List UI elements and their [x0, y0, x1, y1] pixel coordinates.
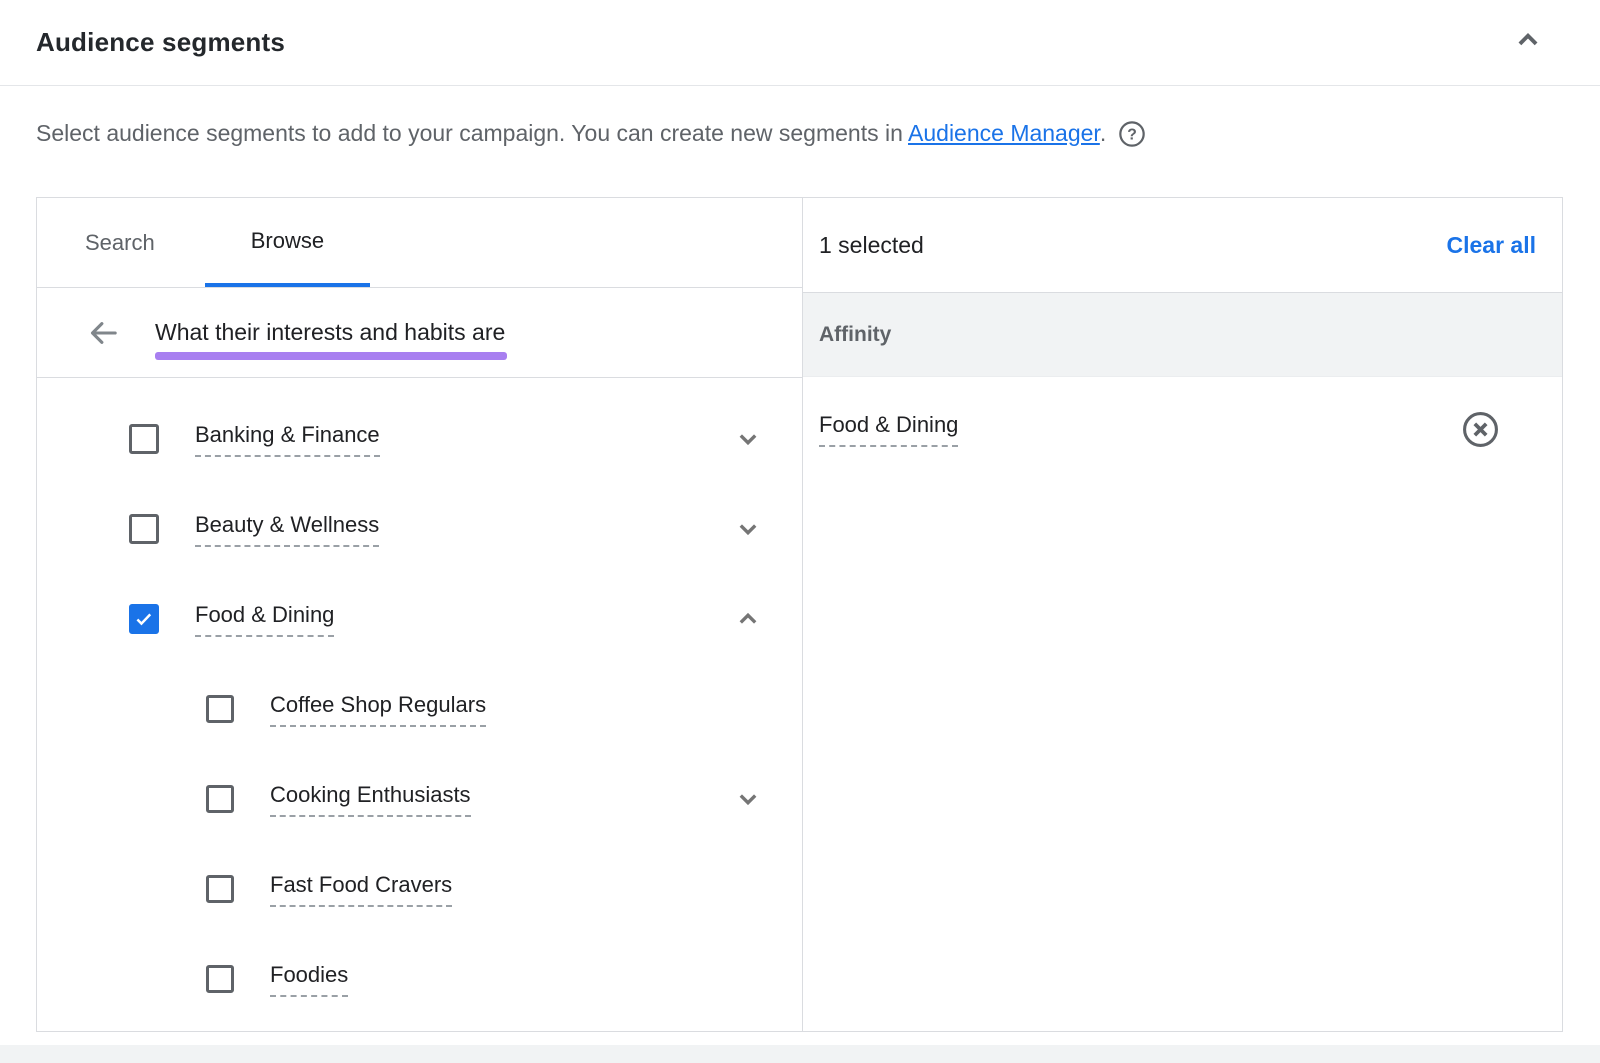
selected-item-label[interactable]: Food & Dining [819, 412, 958, 447]
tab-bar: Search Browse [37, 198, 802, 288]
checkbox-unchecked[interactable] [206, 965, 234, 993]
description-period: . [1100, 120, 1106, 146]
audience-manager-link[interactable]: Audience Manager [908, 120, 1100, 146]
segment-row: Beauty & Wellness [37, 484, 802, 574]
svg-text:?: ? [1127, 126, 1137, 143]
checkbox-checked[interactable] [129, 604, 159, 634]
breadcrumb-row: What their interests and habits are [37, 288, 802, 378]
segment-label[interactable]: Coffee Shop Regulars [270, 692, 486, 727]
help-icon[interactable]: ? [1118, 120, 1146, 148]
panel-header: Audience segments [0, 0, 1600, 86]
segment-label[interactable]: Foodies [270, 962, 348, 997]
segment-row: Foodies [37, 934, 802, 1024]
segment-row: Food & Dining [37, 574, 802, 664]
chevron-down-icon[interactable] [732, 513, 764, 545]
checkbox-unchecked[interactable] [206, 695, 234, 723]
segment-row: Cooking Enthusiasts [37, 754, 802, 844]
selection-column: 1 selected Clear all Affinity Food & Din… [803, 198, 1562, 1031]
page-title: Audience segments [36, 27, 285, 58]
chevron-down-icon[interactable] [732, 783, 764, 815]
segment-label[interactable]: Cooking Enthusiasts [270, 782, 471, 817]
checkbox-unchecked[interactable] [129, 424, 159, 454]
segment-picker: Search Browse What their interests and h… [36, 197, 1563, 1032]
description-text: Select audience segments to add to your … [36, 120, 1106, 147]
checkbox-unchecked[interactable] [206, 875, 234, 903]
tab-search[interactable]: Search [47, 198, 193, 287]
chevron-up-icon [1510, 22, 1546, 58]
audience-segments-panel: Audience segments Select audience segmen… [0, 0, 1600, 1063]
affinity-group-header: Affinity [803, 293, 1562, 377]
segment-label[interactable]: Banking & Finance [195, 422, 380, 457]
clear-all-button[interactable]: Clear all [1447, 232, 1537, 259]
breadcrumb-label: What their interests and habits are [155, 319, 505, 346]
collapse-section-button[interactable] [1508, 20, 1548, 60]
selected-count: 1 selected [819, 232, 924, 259]
group-header-label: Affinity [819, 323, 891, 347]
segment-label[interactable]: Fast Food Cravers [270, 872, 452, 907]
checkbox-unchecked[interactable] [206, 785, 234, 813]
chevron-down-icon[interactable] [732, 423, 764, 455]
segment-label[interactable]: Food & Dining [195, 602, 334, 637]
tab-browse[interactable]: Browse [205, 198, 370, 287]
segment-row: Banking & Finance [37, 394, 802, 484]
selected-item-row: Food & Dining [803, 394, 1562, 464]
checkbox-unchecked[interactable] [129, 514, 159, 544]
remove-item-icon[interactable] [1461, 410, 1500, 449]
segment-list: Banking & Finance Beauty & Wellness Food &… [37, 378, 802, 1031]
segment-row: Fast Food Cravers [37, 844, 802, 934]
selection-header: 1 selected Clear all [803, 198, 1562, 293]
highlight-underline [155, 352, 507, 360]
page-background-strip [0, 1045, 1600, 1063]
breadcrumb-text: What their interests and habits are [155, 319, 505, 345]
browse-column: Search Browse What their interests and h… [37, 198, 803, 1031]
back-arrow-icon[interactable] [86, 316, 120, 350]
chevron-up-icon[interactable] [732, 603, 764, 635]
segment-label[interactable]: Beauty & Wellness [195, 512, 379, 547]
selected-items-list: Food & Dining [803, 377, 1562, 1031]
description: Select audience segments to add to your … [36, 86, 1564, 180]
segment-row: Coffee Shop Regulars [37, 664, 802, 754]
